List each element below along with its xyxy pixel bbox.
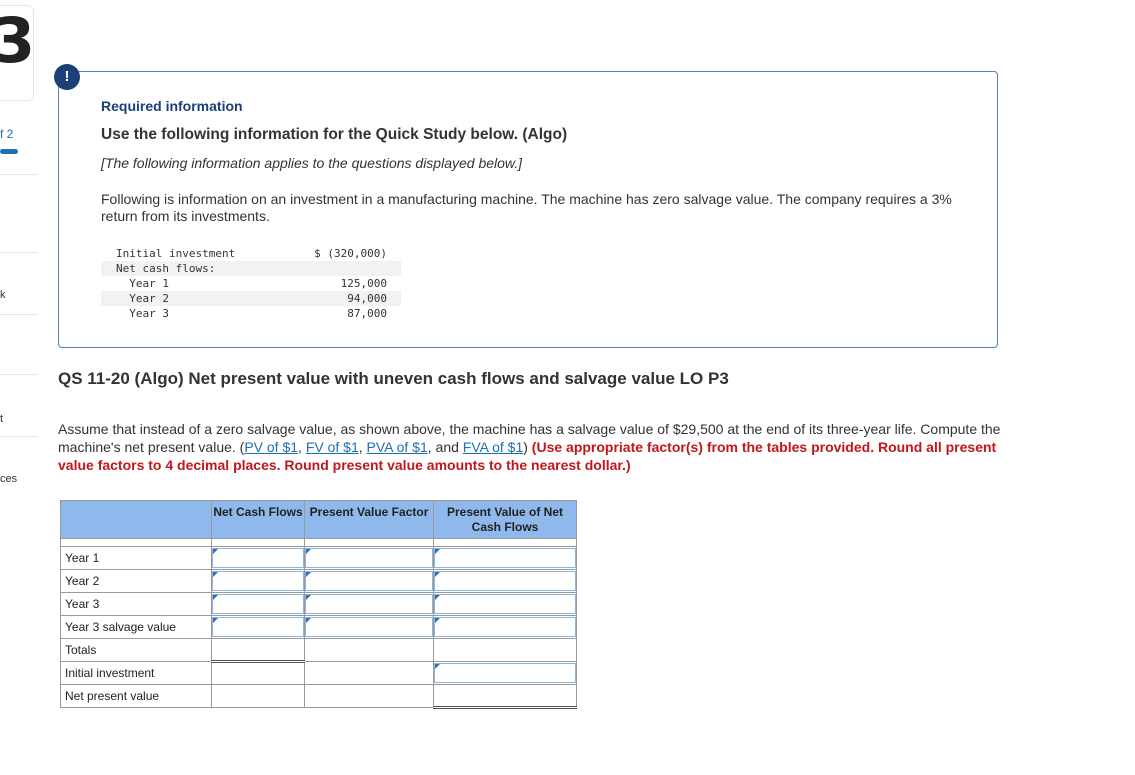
sidebar-divider [0, 436, 38, 437]
sidebar-divider [0, 314, 38, 315]
row-value: 94,000 [347, 292, 387, 305]
row-label-year-3: Year 3 [60, 592, 212, 616]
table-row: Year 1 [60, 546, 577, 570]
question-text: Assume that instead of a zero salvage va… [58, 420, 1003, 474]
separator: ) [523, 439, 532, 455]
data-row: Net cash flows: [101, 261, 401, 276]
header-present-value-factor: Present Value Factor [304, 500, 434, 539]
year-3-pv-input[interactable] [434, 594, 576, 614]
row-label-year-3-salvage: Year 3 salvage value [60, 615, 212, 639]
salvage-pv-input[interactable] [434, 617, 576, 637]
sidebar-divider [0, 252, 38, 253]
row-label-year-1: Year 1 [60, 546, 212, 570]
net-present-value-cell[interactable] [433, 684, 577, 709]
data-row: Year 1 125,000 [101, 276, 401, 291]
header-present-value-net-cash-flows: Present Value of Net Cash Flows [433, 500, 577, 539]
alert-icon: ! [54, 64, 80, 90]
row-label-totals: Totals [60, 638, 212, 662]
npv-answer-table: Net Cash Flows Present Value Factor Pres… [60, 500, 577, 709]
sidebar-item-t[interactable]: t [0, 413, 3, 425]
year-3-pv-factor-input[interactable] [305, 594, 433, 614]
separator: , [358, 439, 367, 455]
row-label-net-present-value: Net present value [60, 684, 212, 708]
row-value: $ (320,000) [314, 247, 387, 260]
totals-factor-cell [304, 638, 434, 662]
salvage-pv-factor-input[interactable] [305, 617, 433, 637]
question-count-text: f 2 [0, 127, 14, 141]
year-1-pv-factor-input[interactable] [305, 548, 433, 568]
initial-investment-pv-input[interactable] [434, 663, 576, 683]
year-2-pv-input[interactable] [434, 571, 576, 591]
row-label-initial-investment: Initial investment [60, 661, 212, 685]
sidebar-item-k[interactable]: k [0, 289, 6, 301]
table-row: Net present value [60, 684, 577, 709]
row-label: Initial investment [116, 247, 236, 260]
totals-cash-flow-cell[interactable] [211, 638, 305, 663]
npv-factor-cell [304, 684, 434, 708]
year-1-cash-flow-input[interactable] [212, 548, 304, 568]
data-row: Year 3 87,000 [101, 306, 401, 321]
link-pva-of-1[interactable]: PVA of $1 [367, 439, 428, 455]
separator: , and [427, 439, 463, 455]
year-2-pv-factor-input[interactable] [305, 571, 433, 591]
row-value: 87,000 [347, 307, 387, 320]
use-following-heading: Use the following information for the Qu… [101, 126, 568, 143]
sidebar-divider [0, 174, 38, 175]
year-3-cash-flow-input[interactable] [212, 594, 304, 614]
row-label: Net cash flows: [116, 262, 216, 275]
row-label: Year 3 [116, 307, 169, 320]
link-pv-of-1[interactable]: PV of $1 [244, 439, 298, 455]
question-title: QS 11-20 (Algo) Net present value with u… [58, 369, 729, 388]
left-sidebar: 3 f 2 k t ces [0, 0, 40, 775]
row-label: Year 2 [116, 292, 169, 305]
initial-investment-factor-cell [304, 661, 434, 685]
separator: , [298, 439, 306, 455]
year-2-cash-flow-input[interactable] [212, 571, 304, 591]
row-label-year-2: Year 2 [60, 569, 212, 593]
applies-note: [The following information applies to th… [101, 155, 523, 171]
totals-pv-cell[interactable] [433, 638, 577, 662]
salvage-cash-flow-input[interactable] [212, 617, 304, 637]
data-row: Year 2 94,000 [101, 291, 401, 306]
header-net-cash-flows: Net Cash Flows [211, 500, 305, 539]
spacer-row [60, 538, 577, 547]
sidebar-item-references[interactable]: ces [0, 473, 17, 485]
row-value: 125,000 [340, 277, 387, 290]
year-1-pv-input[interactable] [434, 548, 576, 568]
row-label: Year 1 [116, 277, 169, 290]
sidebar-divider [0, 374, 38, 375]
required-info-title: Required information [101, 98, 243, 114]
header-blank [60, 500, 212, 539]
progress-bar [0, 149, 18, 154]
table-row: Year 3 [60, 592, 577, 616]
link-fv-of-1[interactable]: FV of $1 [306, 439, 359, 455]
table-row: Year 3 salvage value [60, 615, 577, 639]
link-fva-of-1[interactable]: FVA of $1 [463, 439, 523, 455]
initial-investment-cash-cell [211, 661, 305, 685]
table-row: Year 2 [60, 569, 577, 593]
table-header-row: Net Cash Flows Present Value Factor Pres… [60, 500, 577, 539]
table-row: Totals [60, 638, 577, 663]
data-row: Initial investment $ (320,000) [101, 246, 401, 261]
table-row: Initial investment [60, 661, 577, 685]
investment-data-table: Initial investment $ (320,000) Net cash … [101, 246, 401, 321]
npv-cash-cell [211, 684, 305, 708]
scenario-text: Following is information on an investmen… [101, 191, 952, 224]
question-number: 3 [0, 4, 36, 77]
